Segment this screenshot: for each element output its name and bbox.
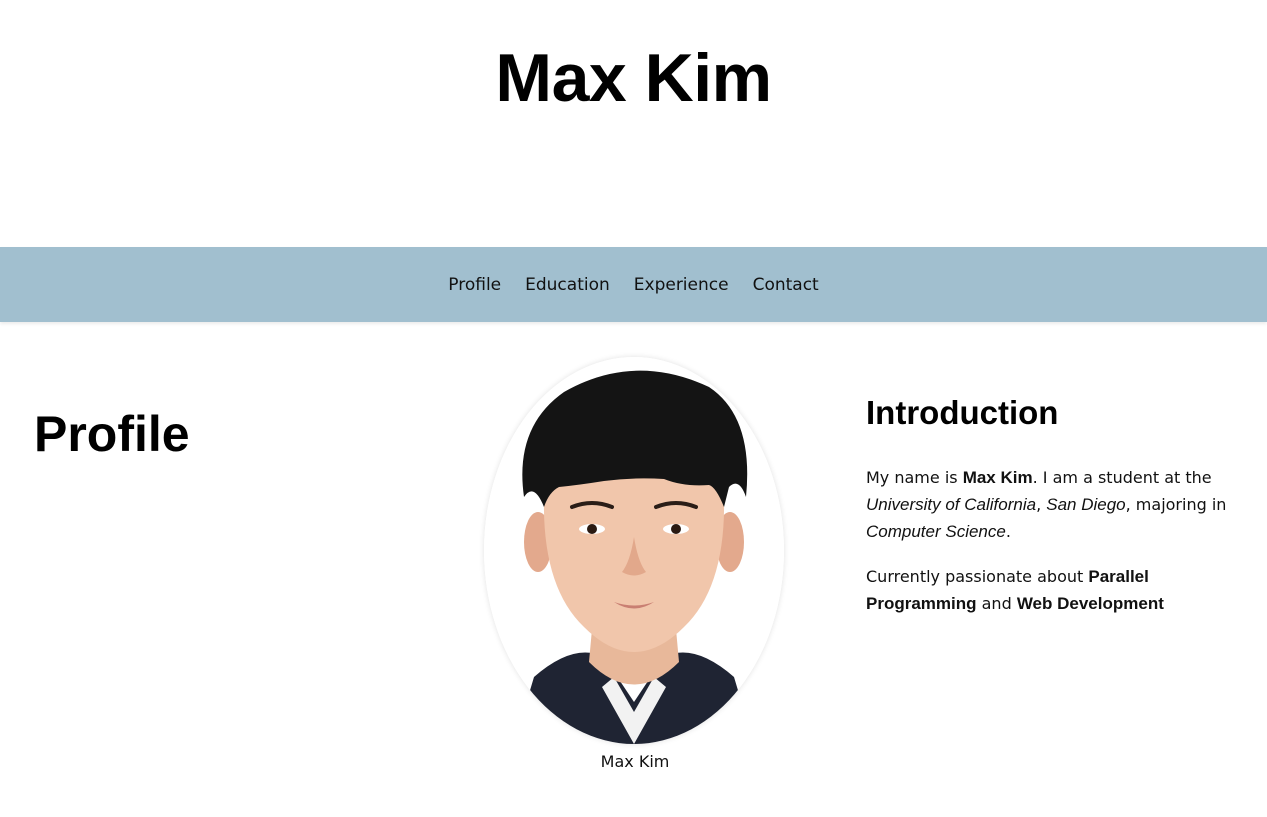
profile-photo <box>484 357 784 744</box>
campus-highlight: San Diego <box>1046 495 1126 514</box>
introduction-paragraph: My name is Max Kim. I am a student at th… <box>866 468 1227 541</box>
nav-link-experience[interactable]: Experience <box>634 273 729 297</box>
university-highlight: University of California <box>866 495 1037 514</box>
site-title: Max Kim <box>495 40 772 116</box>
nav-link-contact[interactable]: Contact <box>753 273 819 297</box>
interest-web-development: Web Development <box>1016 594 1164 613</box>
interests-paragraph: Currently passionate about Parallel Prog… <box>866 567 1164 613</box>
name-highlight: Max Kim <box>962 468 1033 487</box>
introduction: Introduction My name is Max Kim. I am a … <box>866 392 1236 635</box>
nav-link-education[interactable]: Education <box>525 273 610 297</box>
page-header: Max Kim <box>0 0 1267 247</box>
major-highlight: Computer Science <box>866 522 1006 541</box>
nav-link-profile[interactable]: Profile <box>448 273 501 297</box>
photo-caption: Max Kim <box>600 752 670 771</box>
profile-photo-figure: Max Kim <box>484 357 786 771</box>
section-title-profile: Profile <box>34 406 190 462</box>
introduction-title: Introduction <box>866 394 1059 431</box>
main-navbar: Profile Education Experience Contact <box>0 247 1267 322</box>
portrait-image <box>484 357 784 744</box>
profile-section: Profile Max Kim Introduction My name is … <box>0 322 1267 817</box>
